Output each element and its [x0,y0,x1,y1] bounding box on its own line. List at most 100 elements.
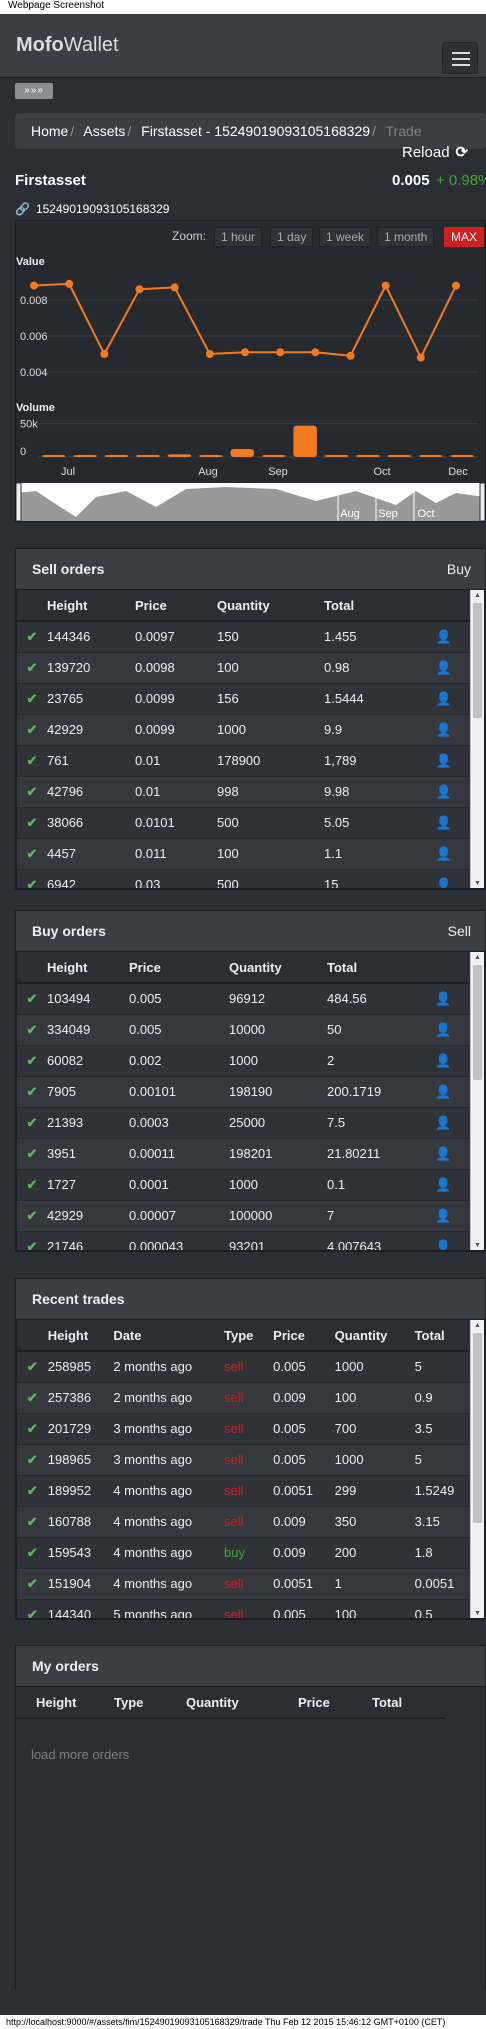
value-point [30,281,38,290]
user-icon[interactable]: 👤 [416,837,472,869]
table-row[interactable]: ✔ 334049 0.005 10000 50 👤 [17,1013,472,1045]
user-icon[interactable]: 👤 [415,1168,472,1200]
table-row[interactable]: ✔ 151904 4 months ago sell 0.0051 1 0.0051 [17,1567,472,1599]
table-row[interactable]: ✔ 42796 0.01 998 9.98 👤 [17,775,472,807]
table-row[interactable]: ✔ 201729 3 months ago sell 0.005 700 3.5 [17,1412,472,1444]
col-quantity[interactable]: Quantity [217,590,324,622]
table-row[interactable]: ✔ 160788 4 months ago sell 0.009 350 3.15 [17,1505,472,1537]
recent-trades-table[interactable]: Height Date Type Price Quantity Total ✔ 258985 2… [16,1319,485,1619]
col-total[interactable]: Total [324,590,416,622]
table-row[interactable]: ✔ 42929 0.00007 100000 7 👤 [17,1199,472,1231]
col-total[interactable]: Total [327,952,415,984]
cell-height: 6942 [47,868,135,888]
sidebar-expander-button[interactable]: »»» [15,83,53,99]
user-icon[interactable]: 👤 [415,1230,472,1250]
table-row[interactable]: ✔ 258985 2 months ago sell 0.005 1000 5 [17,1350,472,1382]
table-row[interactable]: ✔ 38066 0.0101 500 5.05 👤 [17,806,472,838]
hamburger-icon[interactable] [442,42,478,74]
cell-height: 334049 [47,1013,129,1045]
table-row[interactable]: ✔ 6942 0.03 500 15 👤 [17,868,472,888]
table-row[interactable]: ✔ 1727 0.0001 1000 0.1 👤 [17,1168,472,1200]
cell-price: 0.000043 [129,1230,229,1250]
breadcrumb-home[interactable]: Home [31,123,68,139]
col-price[interactable]: Price [129,952,229,984]
value-y-tick: 0.008 [20,295,48,307]
user-icon[interactable]: 👤 [415,1106,472,1138]
value-point [276,348,285,357]
col-quantity[interactable]: Quantity [229,952,327,984]
navigator-tick: Oct [417,508,434,520]
user-icon[interactable]: 👤 [415,1199,472,1231]
user-icon[interactable]: 👤 [415,1044,472,1076]
user-icon[interactable]: 👤 [415,1013,472,1045]
user-icon[interactable]: 👤 [416,744,472,776]
table-row[interactable]: ✔ 21393 0.0003 25000 7.5 👤 [17,1106,472,1138]
table-row[interactable]: ✔ 189952 4 months ago sell 0.0051 299 1.5249 [17,1474,472,1506]
cell-type: sell [223,1598,274,1618]
user-icon[interactable]: 👤 [415,982,472,1014]
reload-button[interactable]: Reload ⟳ [402,143,468,161]
breadcrumb-asset[interactable]: Firstasset - 15249019093105168329 [141,123,370,139]
table-row[interactable]: ✔ 7905 0.00101 198190 200.1719 👤 [17,1075,472,1107]
col-total[interactable]: Total [414,1320,472,1352]
cell-quantity: 1 [334,1567,415,1599]
buy-orders-table[interactable]: Height Price Quantity Total ✔ 103494 0.005 9691… [16,951,485,1251]
cell-total: 1.8 [414,1536,472,1568]
sell-link[interactable]: Sell [448,911,471,951]
table-row[interactable]: ✔ 257386 2 months ago sell 0.009 100 0.9 [17,1381,472,1413]
col-height[interactable]: Height [47,590,135,622]
col-date[interactable]: Date [113,1320,224,1352]
user-icon[interactable]: 👤 [416,713,472,745]
user-icon[interactable]: 👤 [416,868,472,888]
cell-height: 258985 [47,1350,114,1382]
trades-scrollbar[interactable]: ▲ ▼ [470,1320,484,1618]
col-height[interactable]: Height [47,1320,114,1352]
user-icon[interactable]: 👤 [415,1075,472,1107]
sell-orders-table[interactable]: Height Price Quantity Total ✔ 144346 0.0097 150… [16,589,485,889]
cell-price: 0.0051 [273,1567,335,1599]
cell-quantity: 93201 [229,1230,327,1250]
col-height[interactable]: Height [47,952,129,984]
col-price[interactable]: Price [135,590,217,622]
user-icon[interactable]: 👤 [416,806,472,838]
refresh-icon: ⟳ [455,144,469,161]
check-icon: ✔ [17,868,47,888]
brand-logo[interactable]: MofoWallet [16,34,119,57]
table-row[interactable]: ✔ 4457 0.011 100 1.1 👤 [17,837,472,869]
table-row[interactable]: ✔ 60082 0.002 1000 2 👤 [17,1044,472,1076]
buy-link[interactable]: Buy [447,549,471,589]
table-row[interactable]: ✔ 144340 5 months ago sell 0.005 100 0.5 [17,1598,472,1618]
cell-price: 0.005 [273,1350,335,1382]
table-row[interactable]: ✔ 21746 0.000043 93201 4.007643 👤 [17,1230,472,1250]
volume-bar [450,455,474,457]
table-row[interactable]: ✔ 198965 3 months ago sell 0.005 1000 5 [17,1443,472,1475]
table-row[interactable]: ✔ 23765 0.0099 156 1.5444 👤 [17,682,472,714]
col-price[interactable]: Price [273,1320,335,1352]
breadcrumb-assets[interactable]: Assets [83,123,125,139]
cell-date: 4 months ago [113,1474,224,1506]
sell-orders-title: Sell orders [32,561,105,577]
table-row[interactable]: ✔ 139720 0.0098 100 0.98 👤 [17,651,472,683]
user-icon[interactable]: 👤 [416,682,472,714]
check-icon: ✔ [17,1013,47,1045]
col-quantity[interactable]: Quantity [334,1320,415,1352]
table-row[interactable]: ✔ 144346 0.0097 150 1.455 👤 [17,620,472,652]
user-icon[interactable]: 👤 [416,620,472,652]
cell-total: 9.98 [324,775,416,807]
cell-total: 484.56 [327,982,415,1014]
table-row[interactable]: ✔ 42929 0.0099 1000 9.9 👤 [17,713,472,745]
table-row[interactable]: ✔ 761 0.01 178900 1,789 👤 [17,744,472,776]
load-more-orders-link[interactable]: load more orders [31,1747,129,1762]
table-row[interactable]: ✔ 103494 0.005 96912 484.56 👤 [17,982,472,1014]
volume-bar [199,455,223,457]
sell-scrollbar[interactable]: ▲ ▼ [470,590,484,888]
user-icon[interactable]: 👤 [416,651,472,683]
asset-id[interactable]: 🔗 15249019093105168329 [15,202,169,216]
user-icon[interactable]: 👤 [415,1137,472,1169]
col-type[interactable]: Type [223,1320,274,1352]
cell-height: 23765 [47,682,135,714]
buy-scrollbar[interactable]: ▲ ▼ [470,952,484,1250]
user-icon[interactable]: 👤 [416,775,472,807]
table-row[interactable]: ✔ 159543 4 months ago buy 0.009 200 1.8 [17,1536,472,1568]
table-row[interactable]: ✔ 3951 0.00011 198201 21.80211 👤 [17,1137,472,1169]
